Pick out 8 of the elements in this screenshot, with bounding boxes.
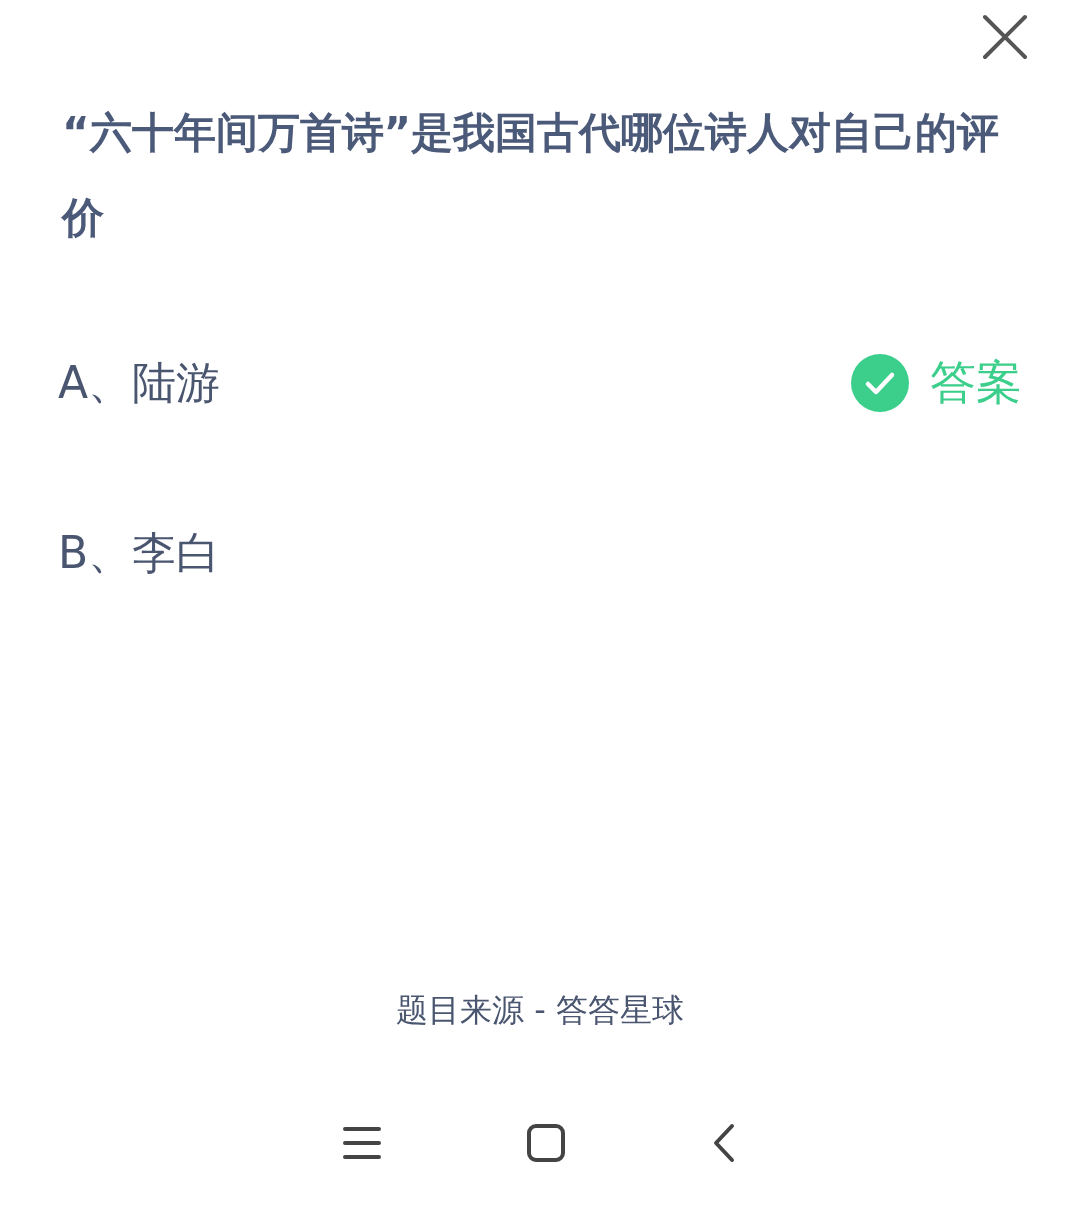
option-text[interactable]: A、陆游 [58, 353, 221, 413]
option-text[interactable]: B、李白 [58, 523, 221, 583]
close-button[interactable] [982, 14, 1028, 60]
source-text: 题目来源 - 答答星球 [396, 990, 684, 1031]
answer-label: 答案 [930, 354, 1022, 411]
home-icon[interactable] [526, 1123, 566, 1163]
question-text: “六十年间万首诗”是我国古代哪位诗人对自己的评价 [62, 107, 1000, 244]
menu-icon[interactable] [342, 1125, 382, 1161]
